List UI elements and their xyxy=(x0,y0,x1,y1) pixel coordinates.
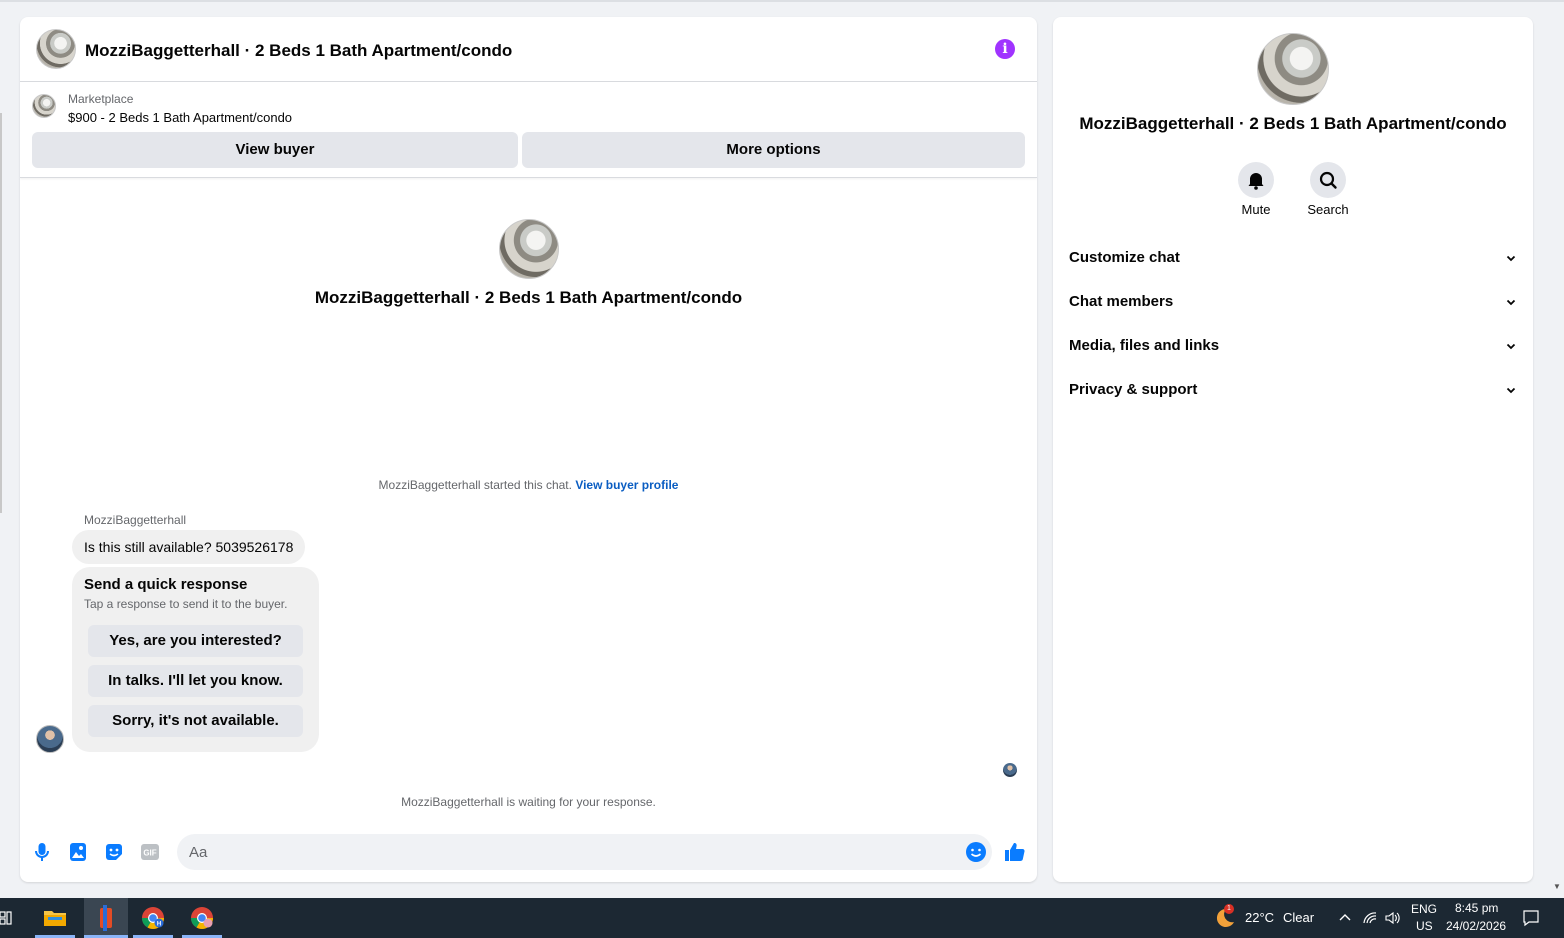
clock-time[interactable]: 8:45 pm xyxy=(1455,901,1498,915)
quick-response-in-talks[interactable]: In talks. I'll let you know. xyxy=(88,665,303,697)
chat-panel: MozziBaggetterhall · 2 Beds 1 Bath Apart… xyxy=(20,17,1037,882)
chat-info-panel: MozziBaggetterhall · 2 Beds 1 Bath Apart… xyxy=(1053,17,1533,882)
photo-icon[interactable] xyxy=(66,840,90,864)
weather-temp[interactable]: 22°C xyxy=(1245,910,1274,925)
mute-label: Mute xyxy=(1241,202,1271,217)
info-avatar xyxy=(1257,33,1329,105)
gif-icon[interactable]: GIF xyxy=(138,840,162,864)
taskbar-chrome-2[interactable] xyxy=(182,898,222,938)
left-edge-divider xyxy=(0,113,2,513)
section-media-files-links[interactable]: Media, files and links xyxy=(1069,328,1517,364)
chat-header: MozziBaggetterhall · 2 Beds 1 Bath Apart… xyxy=(20,17,1037,82)
section-label: Privacy & support xyxy=(1069,381,1198,398)
view-buyer-button[interactable]: View buyer xyxy=(32,132,518,168)
chevron-down-icon xyxy=(1506,387,1516,394)
info-icon[interactable]: i xyxy=(995,39,1015,59)
taskbar-chrome-1[interactable]: H xyxy=(133,898,173,938)
like-thumb-icon[interactable] xyxy=(1003,840,1027,864)
section-label: Customize chat xyxy=(1069,249,1180,266)
scroll-down-arrow[interactable]: ▼ xyxy=(1552,882,1562,892)
quick-response-not-available[interactable]: Sorry, it's not available. xyxy=(88,705,303,737)
weather-alert-badge: 1 xyxy=(1224,904,1234,914)
message-bubble[interactable]: Is this still available? 5039526178 xyxy=(72,530,306,564)
app-icon xyxy=(100,905,112,931)
seen-indicator-avatar xyxy=(1003,763,1017,777)
chat-started-text: MozziBaggetterhall started this chat. xyxy=(378,478,572,492)
bell-icon xyxy=(1248,173,1264,190)
chrome-icon: H xyxy=(142,907,164,929)
quick-response-card: Send a quick response Tap a response to … xyxy=(72,567,319,752)
chat-title[interactable]: MozziBaggetterhall · 2 Beds 1 Bath Apart… xyxy=(85,41,512,61)
waiting-notice: MozziBaggetterhall is waiting for your r… xyxy=(401,795,656,809)
more-options-button[interactable]: More options xyxy=(522,132,1025,168)
listing-avatar[interactable] xyxy=(36,29,76,69)
folder-icon xyxy=(44,911,66,926)
search-label: Search xyxy=(1307,202,1349,217)
network-icon[interactable] xyxy=(1362,910,1378,926)
section-chat-members[interactable]: Chat members xyxy=(1069,284,1517,320)
emoji-icon[interactable] xyxy=(965,841,987,863)
keyboard-layout[interactable]: US xyxy=(1416,919,1433,933)
chevron-up-icon[interactable] xyxy=(1338,911,1352,925)
taskbar: H 1 22°C Clear ENG US 8:45 pm 24/02/2026 xyxy=(0,898,1564,938)
search-action[interactable]: Search xyxy=(1293,162,1363,217)
notifications-icon[interactable] xyxy=(1522,909,1540,927)
taskbar-app-red[interactable] xyxy=(84,898,128,938)
section-label: Chat members xyxy=(1069,293,1174,310)
quick-response-title: Send a quick response xyxy=(84,576,248,593)
chrome-icon xyxy=(191,907,213,929)
listing-category: Marketplace xyxy=(68,92,134,106)
svg-text:GIF: GIF xyxy=(143,849,156,858)
listing-bar: Marketplace $900 - 2 Beds 1 Bath Apartme… xyxy=(20,82,1037,178)
conversation-title: MozziBaggetterhall · 2 Beds 1 Bath Apart… xyxy=(314,288,743,307)
sticker-icon[interactable] xyxy=(102,840,126,864)
section-label: Media, files and links xyxy=(1069,337,1220,354)
section-customize-chat[interactable]: Customize chat xyxy=(1069,240,1517,276)
microphone-icon[interactable] xyxy=(30,840,54,864)
listing-thumbnail[interactable] xyxy=(32,94,56,118)
chevron-down-icon xyxy=(1506,299,1516,306)
conversation-avatar xyxy=(499,219,559,279)
chat-started-notice: MozziBaggetterhall started this chat. Vi… xyxy=(20,478,1037,492)
search-button[interactable] xyxy=(1310,162,1346,198)
chevron-down-icon xyxy=(1506,255,1516,262)
top-border xyxy=(0,0,1564,2)
mute-action[interactable]: Mute xyxy=(1221,162,1291,217)
chevron-down-icon xyxy=(1506,343,1516,350)
view-buyer-profile-link[interactable]: View buyer profile xyxy=(575,478,678,492)
message-input[interactable] xyxy=(189,834,949,870)
message-input-wrapper xyxy=(177,834,992,870)
buyer-avatar[interactable] xyxy=(36,725,64,753)
info-title: MozziBaggetterhall · 2 Beds 1 Bath Apart… xyxy=(1079,114,1507,133)
volume-icon[interactable] xyxy=(1384,910,1400,926)
weather-widget[interactable]: 1 xyxy=(1212,904,1238,930)
sender-name: MozziBaggetterhall xyxy=(84,513,187,527)
task-view-icon[interactable] xyxy=(0,910,12,926)
listing-price-title[interactable]: $900 - 2 Beds 1 Bath Apartment/condo xyxy=(68,110,292,125)
clock-date[interactable]: 24/02/2026 xyxy=(1446,919,1506,933)
weather-condition[interactable]: Clear xyxy=(1283,910,1314,925)
quick-response-yes[interactable]: Yes, are you interested? xyxy=(88,625,303,657)
language-code[interactable]: ENG xyxy=(1411,902,1437,916)
search-icon xyxy=(1319,171,1337,189)
svg-text:H: H xyxy=(157,922,161,928)
taskbar-file-explorer[interactable] xyxy=(35,898,75,938)
mute-button[interactable] xyxy=(1238,162,1274,198)
quick-response-subtitle: Tap a response to send it to the buyer. xyxy=(84,597,288,611)
section-privacy-support[interactable]: Privacy & support xyxy=(1069,372,1517,408)
